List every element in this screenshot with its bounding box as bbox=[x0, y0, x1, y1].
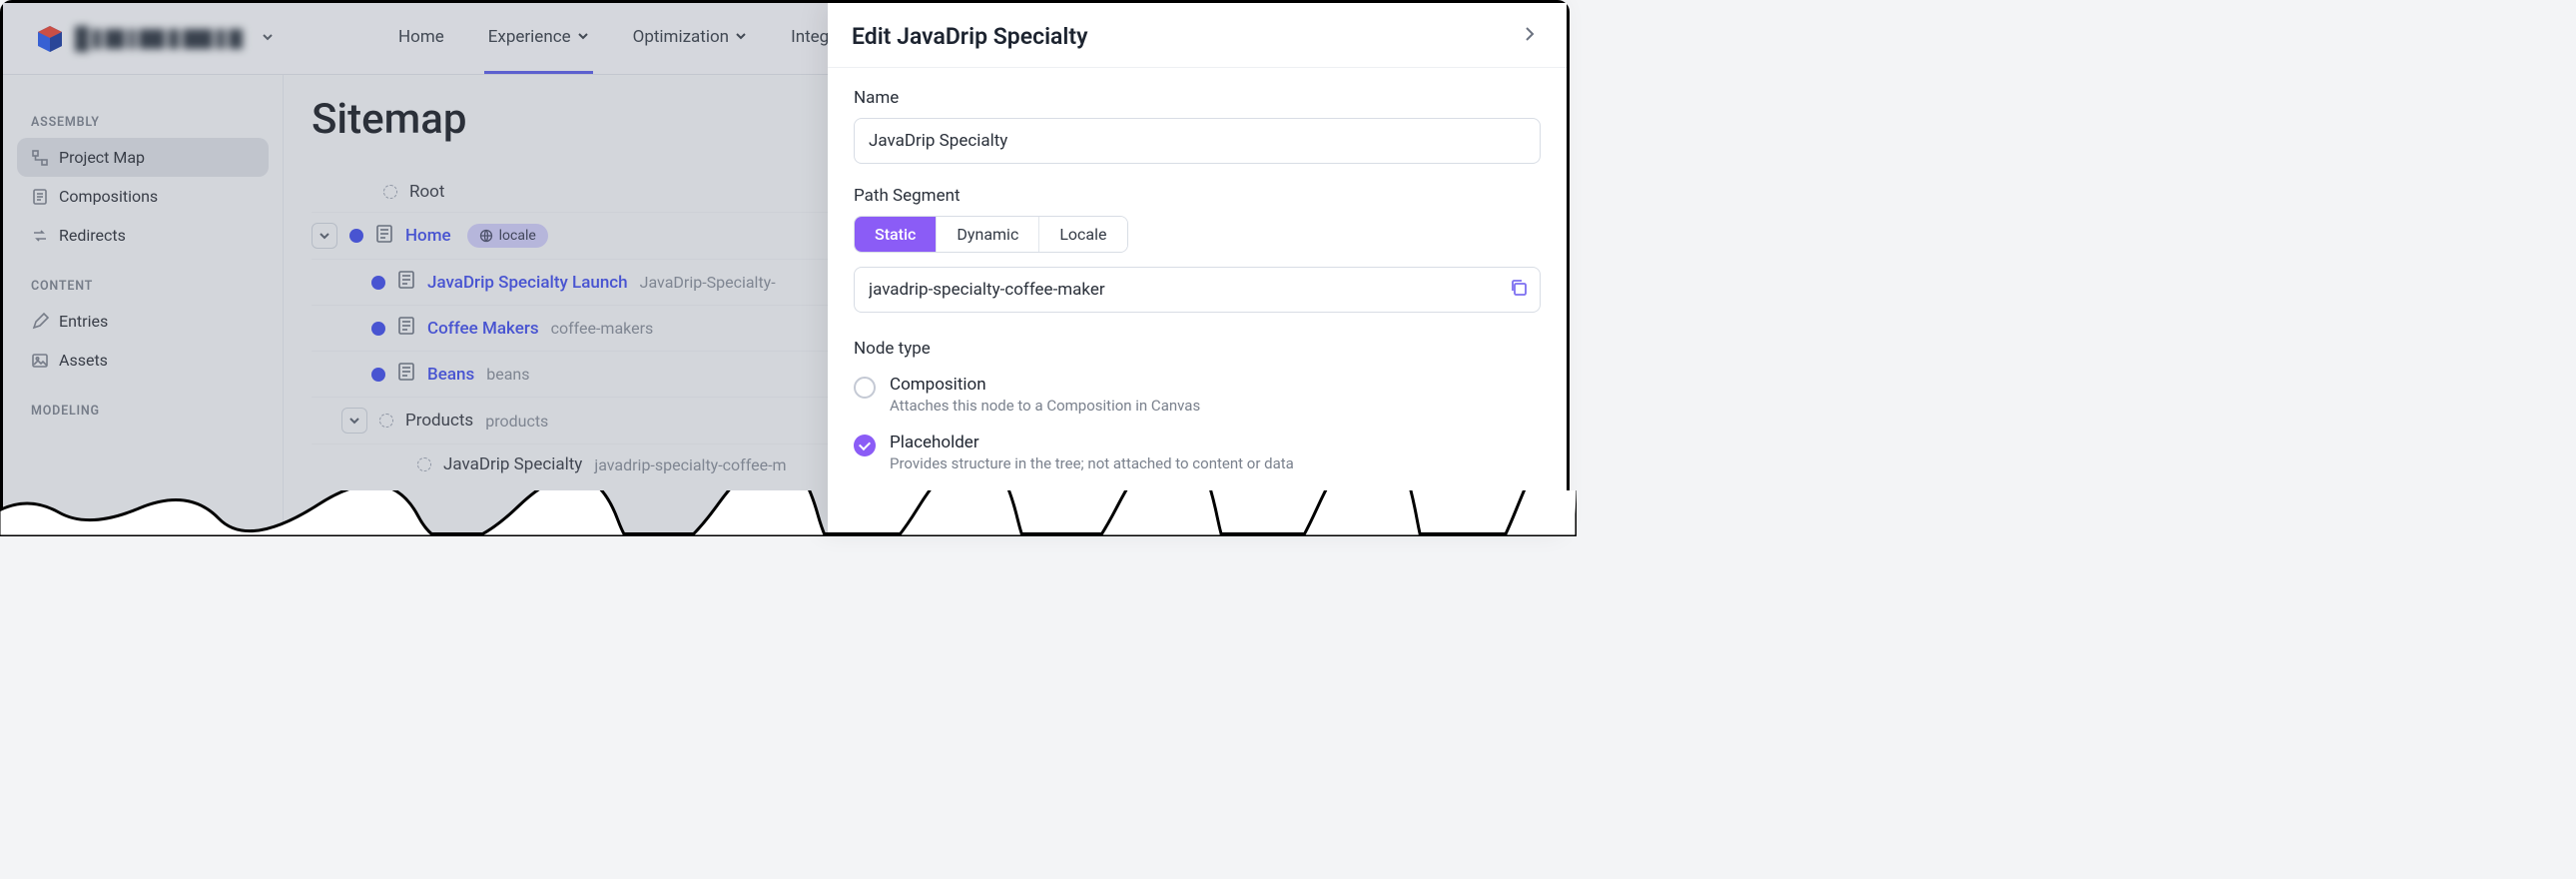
node-slug: products bbox=[485, 412, 548, 431]
panel-title: Edit JavaDrip Specialty bbox=[852, 23, 1088, 50]
tree-icon bbox=[31, 149, 49, 167]
nav-optimization[interactable]: Optimization bbox=[629, 3, 751, 74]
node-name[interactable]: Beans bbox=[427, 365, 474, 385]
nodetype-label: Node type bbox=[854, 339, 1541, 359]
panel-collapse-button[interactable] bbox=[1517, 21, 1543, 51]
copy-icon[interactable] bbox=[1509, 278, 1529, 302]
node-slug: coffee-makers bbox=[551, 319, 654, 338]
sidebar-item-redirects[interactable]: Redirects bbox=[17, 216, 269, 255]
image-icon bbox=[31, 352, 49, 370]
node-name[interactable]: Home bbox=[405, 226, 451, 246]
sidebar-item-project-map[interactable]: Project Map bbox=[17, 138, 269, 177]
doc-icon bbox=[31, 188, 49, 206]
node-name[interactable]: Coffee Makers bbox=[427, 319, 539, 339]
radio-checked-icon bbox=[854, 435, 876, 456]
option-title: Placeholder bbox=[890, 433, 1294, 452]
sidebar-heading-content: CONTENT bbox=[17, 269, 269, 302]
nav-experience[interactable]: Experience bbox=[484, 3, 593, 74]
path-input[interactable] bbox=[854, 267, 1541, 313]
pencil-icon bbox=[31, 313, 49, 331]
nav-home[interactable]: Home bbox=[394, 3, 448, 74]
sidebar-item-entries[interactable]: Entries bbox=[17, 302, 269, 341]
expand-toggle[interactable] bbox=[341, 408, 367, 434]
sidebar: ASSEMBLY Project Map Compositions Redire… bbox=[3, 75, 283, 532]
node-name: Products bbox=[405, 411, 473, 431]
path-segment-label: Path Segment bbox=[854, 186, 1541, 206]
edit-panel: Edit JavaDrip Specialty Name Path Segmen… bbox=[828, 3, 1567, 532]
sidebar-item-assets[interactable]: Assets bbox=[17, 341, 269, 380]
node-status-icon bbox=[379, 414, 393, 428]
page-icon bbox=[397, 316, 415, 341]
node-slug: JavaDrip-Specialty- bbox=[640, 273, 776, 292]
segment-dynamic[interactable]: Dynamic bbox=[937, 217, 1039, 252]
sidebar-heading-modeling: MODELING bbox=[17, 394, 269, 427]
sidebar-item-compositions[interactable]: Compositions bbox=[17, 177, 269, 216]
nodetype-option-composition[interactable]: Composition Attaches this node to a Comp… bbox=[854, 375, 1541, 415]
node-status-icon bbox=[349, 229, 363, 243]
node-slug: beans bbox=[486, 365, 529, 384]
path-segment-toggle: Static Dynamic Locale bbox=[854, 216, 1128, 253]
name-label: Name bbox=[854, 88, 1541, 108]
segment-locale[interactable]: Locale bbox=[1039, 217, 1126, 252]
radio-icon bbox=[854, 377, 876, 399]
segment-static[interactable]: Static bbox=[855, 217, 937, 252]
node-status-icon bbox=[371, 368, 385, 382]
option-title: Composition bbox=[890, 375, 1200, 395]
node-status-icon bbox=[371, 276, 385, 290]
chevron-down-icon bbox=[577, 27, 589, 47]
globe-icon bbox=[479, 229, 493, 243]
node-name[interactable]: JavaDrip Specialty Launch bbox=[427, 273, 628, 293]
page-icon bbox=[397, 362, 415, 387]
nodetype-option-placeholder[interactable]: Placeholder Provides structure in the tr… bbox=[854, 433, 1541, 472]
chevron-down-icon bbox=[261, 29, 275, 48]
workspace-switcher[interactable] bbox=[35, 24, 364, 54]
locale-badge[interactable]: locale bbox=[467, 224, 548, 248]
sidebar-heading-assembly: ASSEMBLY bbox=[17, 105, 269, 138]
node-status-icon bbox=[383, 185, 397, 199]
option-desc: Provides structure in the tree; not atta… bbox=[890, 454, 1294, 472]
logo-icon bbox=[35, 24, 65, 54]
node-name: JavaDrip Specialty bbox=[443, 454, 582, 474]
primary-nav: Home Experience Optimization Integration… bbox=[394, 3, 885, 74]
node-name: Root bbox=[409, 182, 444, 202]
name-input[interactable] bbox=[854, 118, 1541, 164]
node-status-icon bbox=[417, 457, 431, 471]
page-icon bbox=[397, 270, 415, 295]
expand-toggle[interactable] bbox=[312, 223, 337, 249]
chevron-down-icon bbox=[735, 27, 747, 47]
option-desc: Attaches this node to a Composition in C… bbox=[890, 397, 1200, 415]
node-status-icon bbox=[371, 322, 385, 336]
redirect-icon bbox=[31, 227, 49, 245]
node-slug: javadrip-specialty-coffee-m bbox=[594, 455, 786, 474]
workspace-name-blurred bbox=[75, 26, 243, 52]
page-icon bbox=[375, 224, 393, 249]
chevron-right-icon bbox=[1521, 25, 1539, 43]
